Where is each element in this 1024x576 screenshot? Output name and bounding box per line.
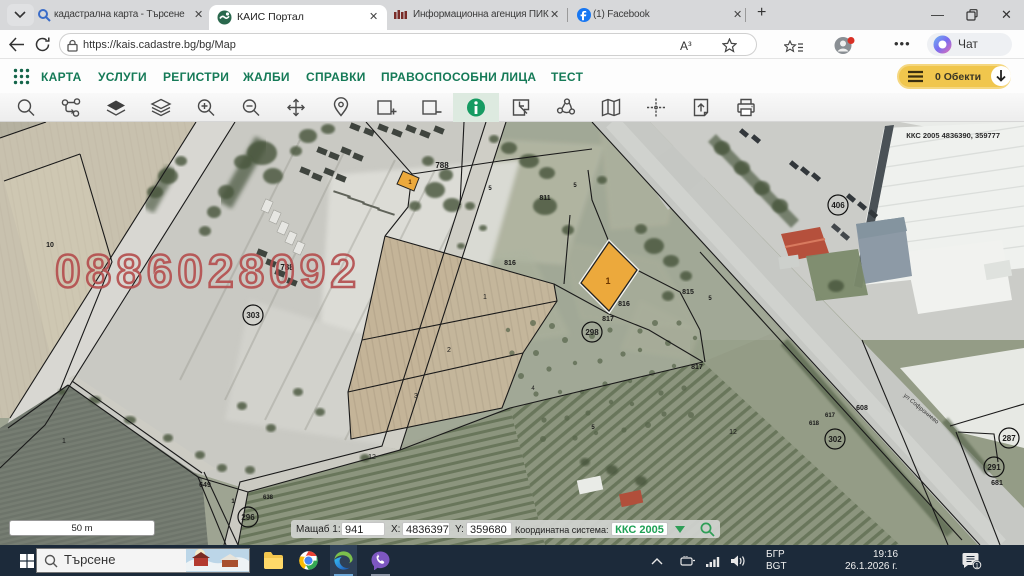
svg-text:681: 681 — [991, 480, 1003, 487]
svg-text:3: 3 — [414, 393, 418, 400]
svg-text:817: 817 — [691, 364, 703, 371]
svg-text:302: 302 — [828, 435, 842, 444]
svg-text:296: 296 — [241, 513, 255, 522]
svg-text:816: 816 — [618, 301, 630, 308]
svg-text:291: 291 — [987, 463, 1001, 472]
svg-text:1: 1 — [605, 276, 610, 286]
svg-text:12: 12 — [368, 454, 376, 461]
svg-text:788: 788 — [435, 161, 449, 170]
svg-text:298: 298 — [585, 328, 599, 337]
svg-text:2: 2 — [447, 347, 451, 354]
svg-text:617: 617 — [825, 413, 836, 419]
svg-text:303: 303 — [246, 311, 260, 320]
svg-text:1: 1 — [62, 438, 66, 445]
svg-text:406: 406 — [831, 201, 845, 210]
svg-text:0886028092: 0886028092 — [55, 245, 361, 297]
svg-text:815: 815 — [682, 289, 694, 296]
svg-text:811: 811 — [539, 195, 550, 202]
svg-text:12: 12 — [729, 429, 737, 436]
svg-text:618: 618 — [809, 421, 820, 427]
svg-text:649: 649 — [199, 482, 211, 489]
svg-text:287: 287 — [1002, 434, 1016, 443]
svg-text:1: 1 — [975, 563, 979, 570]
svg-text:10: 10 — [46, 242, 54, 249]
svg-text:817: 817 — [602, 316, 614, 323]
svg-text:608: 608 — [856, 405, 868, 412]
svg-text:1: 1 — [483, 294, 487, 301]
svg-text:ККС 2005 4836390, 359777: ККС 2005 4836390, 359777 — [906, 131, 1000, 140]
svg-text:816: 816 — [504, 260, 516, 267]
svg-text:638: 638 — [263, 495, 274, 501]
